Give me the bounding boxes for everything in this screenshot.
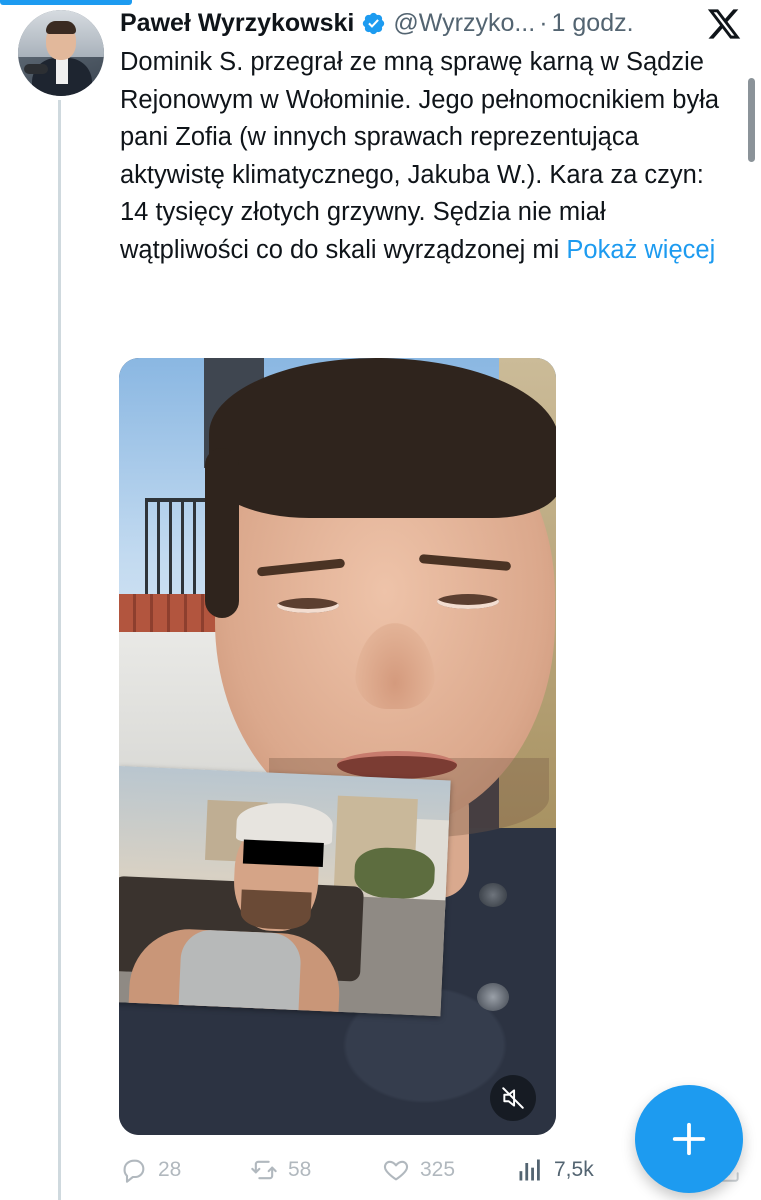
video-eye-right (437, 594, 499, 609)
video-hair (209, 358, 556, 518)
tweet-body: Dominik S. przegrał ze mną sprawę karną … (120, 48, 720, 264)
inset-photo (119, 766, 451, 1017)
avatar-microphone (24, 64, 48, 74)
video-mouth (337, 751, 457, 779)
repost-button[interactable]: 58 (250, 1150, 311, 1190)
verified-badge-icon[interactable] (361, 11, 386, 36)
video-jacket-button (479, 883, 507, 907)
speaker-muted-icon (502, 1087, 524, 1109)
video-jacket-button (477, 983, 509, 1011)
show-more-link[interactable]: Pokaż więcej (566, 236, 715, 264)
timestamp[interactable]: 1 godz. (552, 9, 634, 38)
action-bar: 28 58 325 7,5k (120, 1150, 640, 1190)
views-button[interactable]: 7,5k (516, 1150, 594, 1190)
inset-tree (353, 846, 436, 900)
avatar[interactable] (18, 10, 104, 96)
video-nose (355, 623, 435, 709)
compose-button[interactable] (635, 1085, 743, 1193)
x-logo-icon (707, 9, 741, 39)
bar-chart-icon (519, 1159, 540, 1181)
avatar-hair (46, 21, 76, 34)
scrollbar[interactable] (748, 78, 755, 162)
reply-bubble-icon (123, 1159, 145, 1183)
repost-arrows-icon (251, 1160, 277, 1180)
mute-button[interactable] (490, 1075, 536, 1121)
video-eye-left (277, 598, 339, 613)
tweet-text: Dominik S. przegrał ze mną sprawę karną … (120, 44, 735, 269)
reply-count: 28 (158, 1158, 182, 1181)
author-handle[interactable]: @Wyrzyko... (393, 9, 535, 38)
thread-line (58, 100, 61, 1200)
tweet-header: Paweł Wyrzykowski @Wyrzyko... · 1 godz. (120, 4, 720, 42)
censor-bar (242, 839, 324, 867)
plus-icon (672, 1122, 706, 1156)
tweet-page: Paweł Wyrzykowski @Wyrzyko... · 1 godz. … (0, 0, 761, 1200)
inset-beard (240, 889, 312, 931)
heart-icon (383, 1160, 409, 1181)
author-name[interactable]: Paweł Wyrzykowski (120, 9, 354, 38)
reply-button[interactable]: 28 (120, 1150, 181, 1190)
inset-tank-top (178, 928, 302, 1015)
inset-cap (235, 801, 334, 846)
tweet-video[interactable] (119, 358, 556, 1135)
like-count: 325 (420, 1158, 456, 1181)
like-button[interactable]: 325 (382, 1150, 455, 1190)
separator-dot: · (539, 8, 548, 37)
views-count: 7,5k (554, 1158, 594, 1181)
tab-indicator (0, 0, 132, 5)
repost-count: 58 (288, 1158, 312, 1181)
avatar-shirt (56, 58, 68, 84)
video-hair-side (205, 448, 239, 618)
